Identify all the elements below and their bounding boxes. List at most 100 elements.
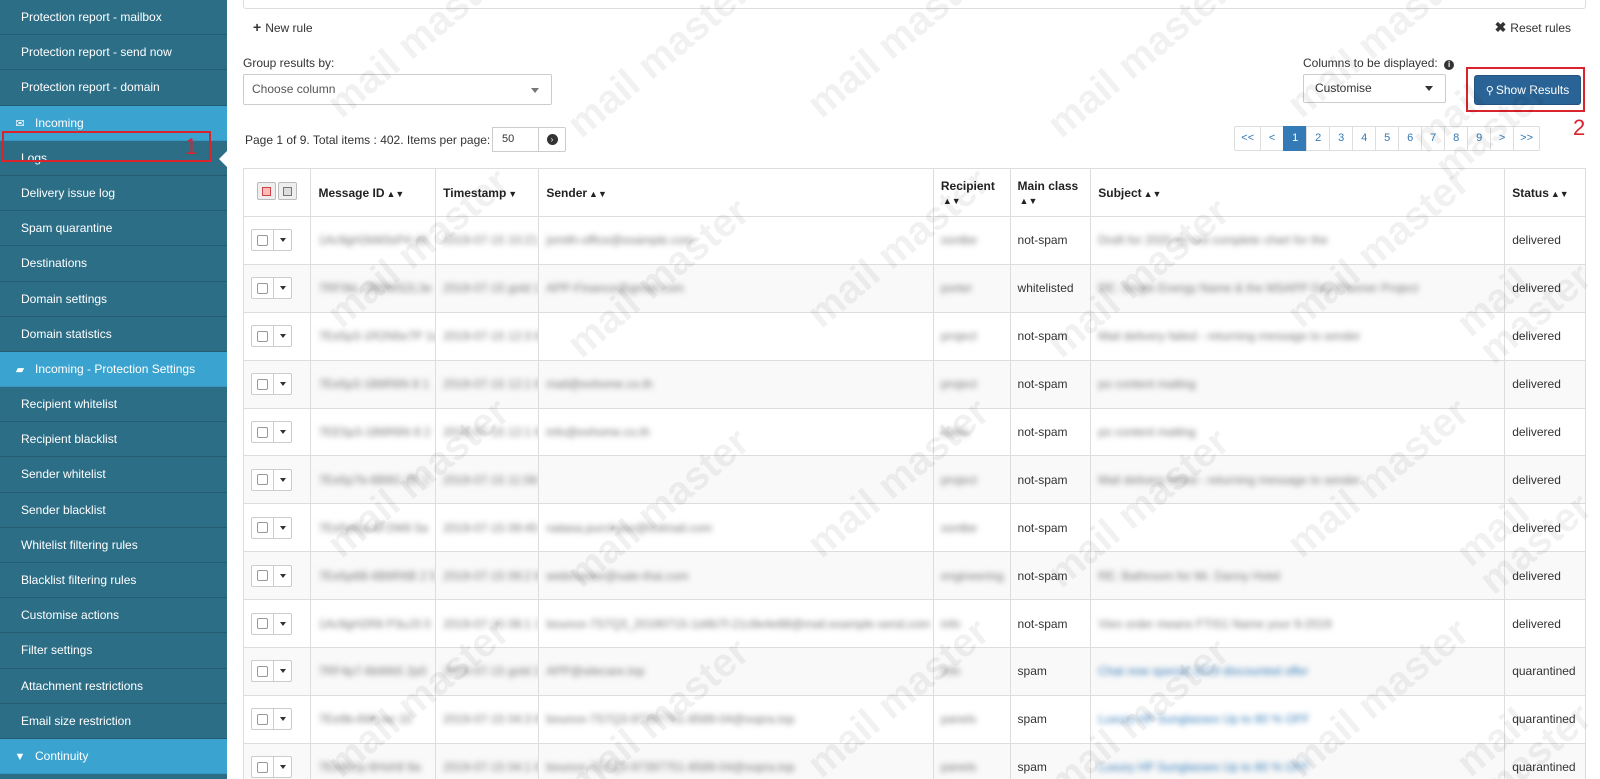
sidebar-item[interactable]: Customise actions <box>0 598 227 634</box>
row-actions-dropdown[interactable] <box>274 564 292 587</box>
row-checkbox[interactable] <box>251 660 274 683</box>
new-rule-button[interactable]: + New rule <box>253 19 313 35</box>
timestamp-header-label: Timestamp <box>443 185 507 200</box>
sidebar-item[interactable]: Delivery issue log <box>0 176 227 212</box>
columns-select[interactable]: Customise <box>1303 74 1446 103</box>
page-link[interactable]: << <box>1234 126 1262 151</box>
row-actions-dropdown[interactable] <box>274 516 292 539</box>
page-link[interactable]: 8 <box>1444 126 1469 151</box>
row-actions-dropdown[interactable] <box>274 421 292 443</box>
sender-cell: jsmith-office@example.com <box>538 216 934 265</box>
sidebar-item[interactable]: Protection report - mailbox <box>0 0 227 36</box>
table-row: 7Ee5p7b-6B9G 2E 1 2019-07-15 11:08 8 proje… <box>242 455 1586 505</box>
subject-cell[interactable]: Luxury HP Sunglasses Up to 80 % OFF <box>1090 742 1506 779</box>
page-link[interactable]: 5 <box>1375 126 1400 151</box>
sidebar-item[interactable]: Protection report - domain <box>0 70 227 106</box>
sidebar-item-label: Incoming <box>35 115 84 130</box>
status-cell: delivered <box>1504 263 1586 313</box>
sidebar-item[interactable]: Recipient whitelist <box>0 387 227 423</box>
sidebar-item[interactable]: Destinations <box>0 246 227 282</box>
sidebar-item[interactable]: Sender blacklist <box>0 493 227 528</box>
sidebar-section[interactable]: ▼ Continuity <box>0 738 227 775</box>
group-by-select[interactable]: Choose column <box>243 74 552 105</box>
sidebar-item[interactable]: Filter settings <box>0 633 227 669</box>
main-class-cell: not-spam <box>1009 599 1092 649</box>
row-checkbox[interactable] <box>251 421 274 443</box>
sidebar-item[interactable]: Whitelist filtering rules <box>0 528 227 563</box>
header-status[interactable]: Status ▲▼ <box>1504 168 1586 217</box>
message-id-cell-text: 7Ee5p7b-6B9G 2E 1 <box>318 472 430 487</box>
sidebar-item[interactable]: Domain settings <box>0 282 227 317</box>
recipient-cell-text: project <box>940 329 977 344</box>
row-checkbox[interactable] <box>251 325 274 348</box>
table-row: 7Ee5pRp-6F2W6 5a 2019-07-15 09:45 8 natasa… <box>242 503 1586 553</box>
reset-rules-button[interactable]: ✖ Reset rules <box>1495 19 1571 36</box>
sidebar-item-label: Spam quarantine <box>21 221 113 236</box>
header-main-class[interactable]: Main class ▲▼ <box>1009 168 1092 217</box>
show-results-button[interactable]: ⚲ Show Results <box>1474 75 1581 105</box>
sidebar-item[interactable]: Spam quarantine <box>0 211 227 247</box>
sidebar-item[interactable]: Sender whitelist <box>0 457 227 493</box>
row-actions-dropdown[interactable] <box>274 229 292 252</box>
sidebar-item[interactable]: Domain statistics <box>0 317 227 352</box>
logs-table: Message ID ▲▼ Timestamp ▼ Sender ▲▼ Recipie… <box>242 168 1586 779</box>
row-actions-dropdown[interactable] <box>274 325 292 348</box>
row-checkbox[interactable] <box>251 229 274 252</box>
row-checkbox[interactable] <box>251 277 274 300</box>
row-actions-dropdown[interactable] <box>274 612 292 635</box>
annotation-step-2: 2 <box>1573 115 1586 140</box>
row-checkbox[interactable] <box>251 468 274 491</box>
page-link[interactable]: 4 <box>1352 126 1377 151</box>
recipient-cell: porter <box>932 263 1011 313</box>
header-subject[interactable]: Subject ▲▼ <box>1090 168 1506 217</box>
sender-cell-text: jsmith-office@example.com <box>546 233 694 248</box>
page-link[interactable]: 2 <box>1306 126 1331 151</box>
subject-cell[interactable]: Luxury HP Sunglasses Up to 80 % OFF <box>1090 694 1506 744</box>
row-checkbox[interactable] <box>251 564 274 587</box>
row-actions-dropdown[interactable] <box>274 277 292 300</box>
timestamp-cell-text: 2019-07-15 08:1 1 <box>443 616 539 631</box>
page-link[interactable]: 7 <box>1421 126 1446 151</box>
header-message-id[interactable]: Message ID ▲▼ <box>310 168 437 217</box>
row-actions-dropdown[interactable] <box>274 708 292 731</box>
row-actions-dropdown[interactable] <box>274 468 292 491</box>
row-actions-dropdown[interactable] <box>274 660 292 683</box>
status-cell: delivered <box>1504 503 1586 553</box>
page-link[interactable]: 9 <box>1467 126 1492 151</box>
check-all-icon[interactable] <box>257 182 277 200</box>
timestamp-cell: 2019-07-15 gold 1 <box>435 263 540 313</box>
page-link[interactable]: 1 <box>1283 126 1308 151</box>
items-per-page-input[interactable]: 50 <box>492 127 539 152</box>
row-checkbox[interactable] <box>251 708 274 731</box>
page-link[interactable]: >> <box>1513 126 1540 151</box>
main-class-cell: spam <box>1009 694 1092 744</box>
sidebar-item[interactable]: Email size restriction <box>0 704 227 739</box>
apply-per-page-button[interactable]: › <box>538 127 566 152</box>
row-checkbox[interactable] <box>251 612 274 635</box>
row-checkbox[interactable] <box>251 373 274 396</box>
row-checkbox[interactable] <box>251 516 274 539</box>
subject-cell: RE: Bathroom for Mr. Danny Hotel <box>1090 551 1506 601</box>
row-actions-dropdown[interactable] <box>274 373 292 396</box>
page-link[interactable]: 6 <box>1398 126 1423 151</box>
status-cell-text: delivered <box>1512 425 1561 439</box>
sidebar-item[interactable]: Recipient blacklist <box>0 422 227 458</box>
caret-down-icon <box>279 286 286 291</box>
sidebar-item[interactable]: Attachment restrictions <box>0 669 227 704</box>
header-timestamp[interactable]: Timestamp ▼ <box>435 168 540 217</box>
page-link[interactable]: > <box>1490 126 1515 151</box>
page-link[interactable]: 3 <box>1329 126 1354 151</box>
sidebar-item[interactable]: Blacklist filtering rules <box>0 563 227 599</box>
row-checkbox[interactable] <box>251 756 274 779</box>
main-class-cell: spam <box>1009 742 1092 779</box>
row-actions-dropdown[interactable] <box>274 756 292 779</box>
uncheck-all-icon[interactable] <box>278 182 298 200</box>
sidebar-item[interactable]: Protection report - send now <box>0 35 227 71</box>
header-sender[interactable]: Sender ▲▼ <box>538 168 934 217</box>
sidebar-section[interactable]: ▰ Incoming - Protection Settings <box>0 351 227 388</box>
header-recipient[interactable]: Recipient ▲▼ <box>932 168 1011 217</box>
timestamp-cell-text: 2019-07-15 11:08 8 <box>443 472 539 487</box>
subject-cell[interactable]: Chat now special 2019 discounted offer <box>1090 647 1506 696</box>
page-link[interactable]: < <box>1260 126 1285 151</box>
sidebar-item-label: Customise actions <box>21 608 120 623</box>
